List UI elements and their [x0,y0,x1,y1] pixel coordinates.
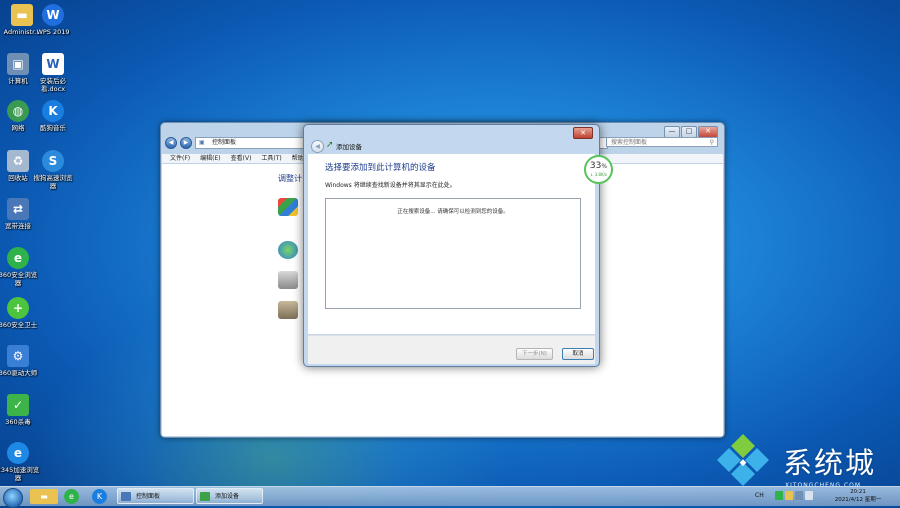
watermark: ◆ 系统城 XITONGCHENG.COM [708,432,898,492]
task-label: 控制面板 [136,493,161,500]
dialog-footer: 下一步(N) 取消 [308,335,595,364]
kugou-pinned-icon[interactable]: K [92,489,107,504]
desktop-icon-360-browser[interactable]: e 360安全浏览器 [0,247,40,287]
network-speed-badge[interactable]: 33% ↓ 3.8K/s [584,155,613,184]
dialog-close-button[interactable]: ✕ [573,127,593,139]
action-center-icon[interactable] [785,491,793,500]
menu-file[interactable]: 文件(F) [170,154,190,163]
task-label: 添加设备 [215,493,240,500]
back-arrow-icon[interactable]: ◀ [311,140,324,153]
360-antivirus-icon: ✓ [7,394,29,416]
360-security-icon: + [7,297,29,319]
taskbar-task-control-panel[interactable]: 控制面板 [117,488,194,504]
control-panel-icon [121,492,131,501]
360-tray-icon[interactable] [775,491,783,500]
control-panel-heading: 调整计 [278,174,302,183]
360-browser-pinned-icon[interactable]: e [64,489,79,504]
windows-logo-icon: ◆ [717,434,769,486]
breadcrumb[interactable]: 控制面板 [212,139,236,146]
cancel-button[interactable]: 取消 [562,348,594,360]
2345-browser-icon: e [7,442,29,464]
hardware-sound-icon[interactable] [278,271,298,289]
360-driver-icon: ⚙ [7,345,29,367]
device-list[interactable]: 正在搜索设备... 请确保可以检测到您的设备。 [325,198,581,309]
desktop-icon-label: 360安全浏览器 [0,271,38,287]
add-device-icon [200,492,210,501]
search-placeholder: 搜索控制面板 [611,139,648,146]
word-doc-icon: W [42,53,64,75]
menu-edit[interactable]: 编辑(E) [200,154,220,163]
broadband-icon: ⇄ [7,198,29,220]
tray-icons [775,491,813,500]
desktop-icon-kugou[interactable]: K 酷狗音乐 [31,100,75,132]
volume-icon[interactable] [805,491,813,500]
desktop-icon-sogou-browser[interactable]: S 搜狗高速浏览器 [31,150,75,190]
taskbar-task-add-device[interactable]: 添加设备 [196,488,263,504]
add-device-dialog[interactable]: ✕ ◀ ➚ 添加设备 选择要添加到此计算机的设备 Windows 将继续查找新设… [303,124,600,367]
search-icon[interactable]: ⚲ [710,138,714,148]
clock-date: 2021/4/12 星期一 [834,497,882,503]
forward-arrow-icon[interactable]: ▶ [180,137,192,149]
search-input[interactable]: 搜索控制面板 ⚲ [606,137,718,147]
clock[interactable]: 20:21 2021/4/12 星期一 [827,488,889,504]
desktop-icon-label: 搜狗高速浏览器 [33,174,73,190]
control-panel-small-icon: ▣ [199,139,205,146]
clock-time: 20:21 [850,489,866,495]
next-button[interactable]: 下一步(N) [516,348,553,360]
desktop-icon-label: 360杀毒 [5,418,31,426]
back-arrow-icon[interactable]: ◀ [165,137,177,149]
desktop-icon-360-security[interactable]: + 360安全卫士 [0,297,40,329]
searching-message: 正在搜索设备... 请确保可以检测到您的设备。 [397,209,509,215]
desktop-icon-label: 360驱动大师 [0,369,38,377]
programs-icon[interactable] [278,301,298,319]
kugou-icon: K [42,100,64,122]
download-speed: ↓ 3.8K/s [589,172,608,177]
desktop-icon-readme-doc[interactable]: W 安装后必看.docx [31,53,75,93]
desktop-icon-label: 360安全卫士 [0,321,38,329]
recycle-bin-icon: ♻ [7,150,29,172]
desktop-icon-label: 2345加速浏览器 [0,466,40,482]
watermark-title: 系统城 [783,446,877,480]
desktop-icon-360-driver[interactable]: ⚙ 360驱动大师 [0,345,40,377]
desktop-icon-label: 酷狗音乐 [40,124,66,132]
system-security-icon[interactable] [278,198,298,216]
network-icon: ◍ [7,100,29,122]
desktop-icon-360-antivirus[interactable]: ✓ 360杀毒 [0,394,40,426]
desktop-icon-wps[interactable]: W WPS 2019 [31,4,75,36]
folder-icon: ▬ [11,4,33,26]
sogou-browser-icon: S [42,150,64,172]
dialog-subtitle: Windows 将继续查找新设备并将其显示在此处。 [325,182,456,189]
svg-text:◆: ◆ [740,458,747,468]
dialog-title: 添加设备 [336,143,362,151]
progress-percent: 33% [589,161,608,171]
dialog-heading: 选择要添加到此计算机的设备 [325,163,436,173]
menu-tools[interactable]: 工具(T) [261,154,281,163]
desktop-icon-2345-browser[interactable]: e 2345加速浏览器 [0,442,40,482]
desktop-icon-label: 宽带连接 [5,222,31,230]
network-internet-icon[interactable] [278,241,298,259]
desktop-icon-broadband[interactable]: ⇄ 宽带连接 [0,198,40,230]
network-tray-icon[interactable] [795,491,803,500]
dialog-content: 选择要添加到此计算机的设备 Windows 将继续查找新设备并将其显示在此处。 … [308,154,595,334]
taskbar: ▬ e K 控制面板 添加设备 CH 20:21 2021/4/12 星期一 [0,486,900,508]
menu-view[interactable]: 查看(V) [231,154,252,163]
desktop-icon-label: 安装后必看.docx [40,77,66,93]
explorer-pinned-icon[interactable]: ▬ [30,489,58,504]
360-browser-icon: e [7,247,29,269]
start-button[interactable] [3,488,23,508]
language-indicator[interactable]: CH [755,492,764,499]
desktop-icon-label: WPS 2019 [36,28,70,36]
add-device-icon: ➚ [326,140,334,150]
wps-icon: W [42,4,64,26]
computer-icon: ▣ [7,53,29,75]
